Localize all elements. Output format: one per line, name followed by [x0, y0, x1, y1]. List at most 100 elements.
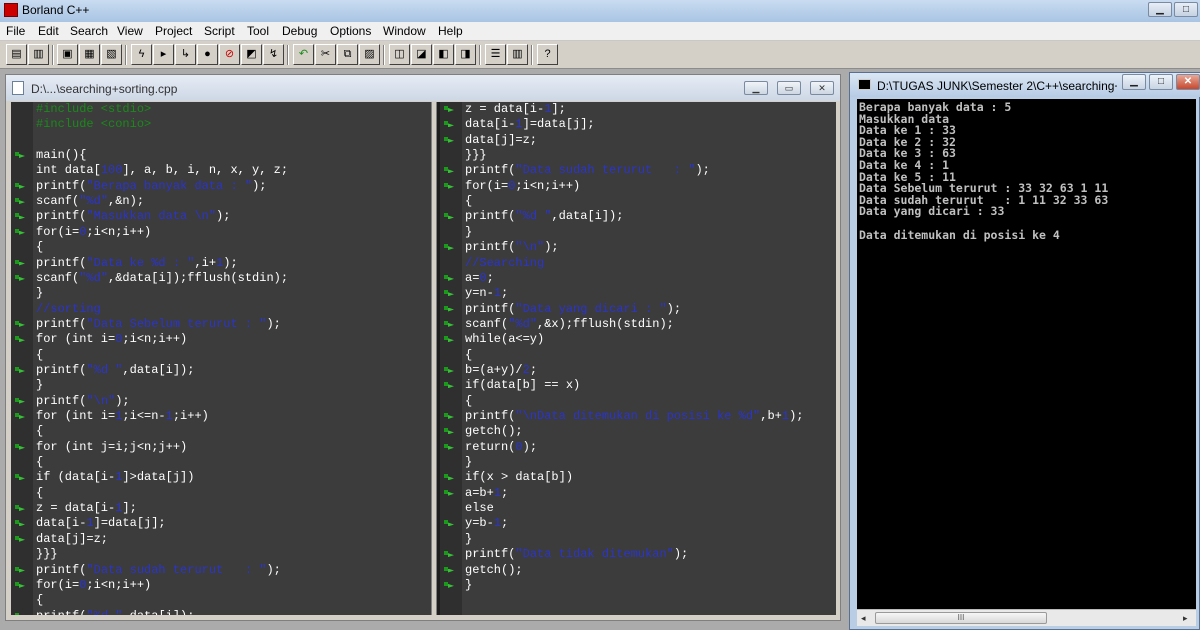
- breakpoint-marker-icon[interactable]: [444, 443, 454, 451]
- breakpoint-marker-icon[interactable]: [444, 551, 454, 558]
- code-line[interactable]: scanf("%d",&x);fflush(stdin);: [440, 317, 836, 332]
- scroll-left-icon[interactable]: ◂: [861, 613, 866, 624]
- save-icon[interactable]: ▣: [57, 44, 78, 65]
- code-line[interactable]: printf("\n");: [11, 394, 431, 409]
- breakpoint-marker-icon[interactable]: [444, 274, 454, 282]
- breakpoint-marker-icon[interactable]: [15, 274, 25, 282]
- paste-icon[interactable]: ▨: [359, 44, 380, 65]
- code-line[interactable]: printf("Data sudah terurut : ");: [11, 563, 431, 578]
- code-line[interactable]: {: [11, 424, 431, 439]
- minimize-button[interactable]: ▁: [1148, 2, 1172, 17]
- breakpoint-marker-icon[interactable]: [15, 320, 25, 328]
- breakpoint-marker-icon[interactable]: [444, 474, 454, 481]
- code-line[interactable]: main(){: [11, 148, 431, 163]
- breakpoint-marker-icon[interactable]: [15, 397, 25, 405]
- code-line[interactable]: {: [440, 348, 836, 363]
- code-line[interactable]: }: [440, 532, 836, 547]
- breakpoint-marker-icon[interactable]: [444, 581, 454, 589]
- code-line[interactable]: scanf("%d",&n);: [11, 194, 431, 209]
- run-icon[interactable]: ▸: [153, 44, 174, 65]
- code-line[interactable]: }: [11, 286, 431, 301]
- breakpoint-marker-icon[interactable]: [15, 182, 25, 190]
- cut-icon[interactable]: ✂: [315, 44, 336, 65]
- code-line[interactable]: a=b+1;: [440, 486, 836, 501]
- code-line[interactable]: for (int i=1;i<=n-1;i++): [11, 409, 431, 424]
- menu-window[interactable]: Window: [383, 24, 426, 38]
- code-line[interactable]: printf("\n");: [440, 240, 836, 255]
- code-line[interactable]: printf("Data Sebelum terurut : ");: [11, 317, 431, 332]
- breakpoint-marker-icon[interactable]: [444, 566, 454, 574]
- editor-minimize-button[interactable]: ▁: [744, 81, 768, 95]
- code-line[interactable]: else: [440, 501, 836, 516]
- breakpoint-marker-icon[interactable]: [15, 413, 25, 420]
- code-line[interactable]: a=0;: [440, 271, 836, 286]
- code-line[interactable]: {: [11, 455, 431, 470]
- code-pane-right[interactable]: z = data[i-1]; data[i-1]=data[j]; data[j]=…: [440, 102, 836, 615]
- code-line[interactable]: {: [11, 240, 431, 255]
- breakpoint-marker-icon[interactable]: [444, 106, 454, 113]
- code-line[interactable]: printf("Data sudah terurut : ");: [440, 163, 836, 178]
- console-minimize-button[interactable]: ▁: [1122, 74, 1146, 90]
- breakpoint-marker-icon[interactable]: [15, 612, 25, 615]
- menu-help[interactable]: Help: [438, 24, 463, 38]
- menu-debug[interactable]: Debug: [282, 24, 317, 38]
- code-line[interactable]: printf("Data tidak ditemukan");: [440, 547, 836, 562]
- code-line[interactable]: b=(a+y)/2;: [440, 363, 836, 378]
- code-line[interactable]: for(i=0;i<n;i++): [440, 179, 836, 194]
- breakpoint-marker-icon[interactable]: [15, 581, 25, 589]
- menu-search[interactable]: Search: [70, 24, 108, 38]
- code-line[interactable]: scanf("%d",&data[i]);fflush(stdin);: [11, 271, 431, 286]
- breakpoint-marker-icon[interactable]: [444, 136, 454, 144]
- code-line[interactable]: int data[100], a, b, i, n, x, y, z;: [11, 163, 431, 178]
- breakpoint-marker-icon[interactable]: [444, 489, 454, 497]
- breakpoint-marker-icon[interactable]: [444, 336, 454, 343]
- code-line[interactable]: y=b-1;: [440, 516, 836, 531]
- step-icon[interactable]: ↳: [175, 44, 196, 65]
- console-close-button[interactable]: ✕: [1176, 74, 1200, 90]
- code-line[interactable]: z = data[i-1];: [11, 501, 431, 516]
- search-icon[interactable]: ◫: [389, 44, 410, 65]
- breakpoint-marker-icon[interactable]: [444, 213, 454, 220]
- tile-icon[interactable]: ▥: [507, 44, 528, 65]
- code-line[interactable]: [11, 133, 431, 148]
- code-line[interactable]: }}}: [11, 547, 431, 562]
- code-line[interactable]: //Searching: [440, 256, 836, 271]
- editor-close-button[interactable]: ✕: [810, 81, 834, 95]
- new-file-icon[interactable]: ▤: [6, 44, 27, 65]
- breakpoint-marker-icon[interactable]: [15, 259, 25, 267]
- open-file-icon[interactable]: ▥: [28, 44, 49, 65]
- code-line[interactable]: }: [440, 455, 836, 470]
- code-line[interactable]: getch();: [440, 424, 836, 439]
- breakpoint-marker-icon[interactable]: [444, 121, 454, 128]
- code-line[interactable]: //sorting: [11, 302, 431, 317]
- search-again-icon[interactable]: ◪: [411, 44, 432, 65]
- breakpoint-marker-icon[interactable]: [444, 382, 454, 389]
- code-line[interactable]: {: [11, 348, 431, 363]
- code-line[interactable]: printf("%d ",data[i]);: [11, 609, 431, 615]
- breakpoint-marker-icon[interactable]: [444, 320, 454, 328]
- breakpoint-marker-icon[interactable]: [444, 520, 454, 527]
- breakpoint-marker-icon[interactable]: [15, 443, 25, 451]
- code-line[interactable]: for (int i=0;i<n;i++): [11, 332, 431, 347]
- breakpoint-marker-icon[interactable]: [444, 366, 454, 374]
- replace-icon[interactable]: ◧: [433, 44, 454, 65]
- menu-tool[interactable]: Tool: [247, 24, 269, 38]
- breakpoint-icon[interactable]: ●: [197, 44, 218, 65]
- breakpoint-marker-icon[interactable]: [15, 152, 25, 159]
- breakpoint-marker-icon[interactable]: [444, 305, 454, 313]
- code-line[interactable]: printf("Data yang dicari : ");: [440, 302, 836, 317]
- code-line[interactable]: {: [440, 194, 836, 209]
- code-line[interactable]: z = data[i-1];: [440, 102, 836, 117]
- breakpoint-marker-icon[interactable]: [15, 336, 25, 343]
- breakpoint-marker-icon[interactable]: [444, 182, 454, 190]
- code-line[interactable]: if(data[b] == x): [440, 378, 836, 393]
- code-line[interactable]: printf("Berapa banyak data : ");: [11, 179, 431, 194]
- breakpoint-marker-icon[interactable]: [15, 520, 25, 527]
- scroll-right-icon[interactable]: ▸: [1183, 613, 1188, 624]
- code-pane-left[interactable]: #include <stdio> #include <conio> main(){i…: [11, 102, 431, 615]
- code-line[interactable]: return(0);: [440, 440, 836, 455]
- code-line[interactable]: for(i=0;i<n;i++): [11, 225, 431, 240]
- breakpoint-marker-icon[interactable]: [15, 228, 25, 236]
- code-line[interactable]: }}}: [440, 148, 836, 163]
- console-output[interactable]: Berapa banyak data : 5 Masukkan data Data …: [857, 99, 1196, 609]
